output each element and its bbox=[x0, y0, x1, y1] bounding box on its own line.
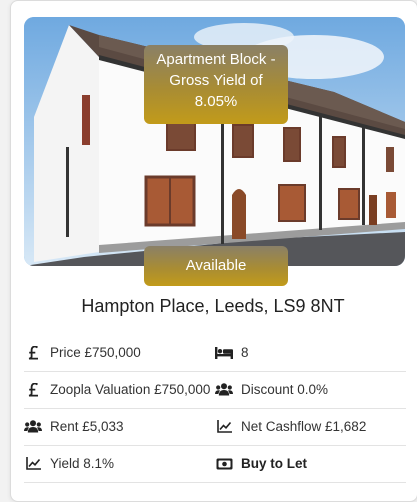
detail-row: Yield 8.1% Buy to Let bbox=[24, 445, 406, 483]
detail-row: Price £750,000 8 bbox=[24, 334, 406, 372]
property-type-badge-line2: Gross Yield of bbox=[169, 72, 263, 89]
money-bill-icon bbox=[215, 458, 233, 470]
users-icon bbox=[24, 420, 42, 433]
bed-icon bbox=[215, 346, 233, 359]
chart-line-icon bbox=[215, 420, 233, 433]
pound-icon bbox=[24, 382, 42, 397]
price-text: Price £750,000 bbox=[50, 345, 141, 360]
net-cashflow-text: Net Cashflow £1,682 bbox=[241, 419, 367, 434]
detail-row: Rent £5,033 Net Cashflow £1,682 bbox=[24, 408, 406, 446]
pound-icon bbox=[24, 345, 42, 360]
discount-text: Discount 0.0% bbox=[241, 382, 329, 397]
bedrooms-item: 8 bbox=[215, 334, 249, 371]
yield-item: Yield 8.1% bbox=[24, 445, 114, 482]
net-cashflow-item: Net Cashflow £1,682 bbox=[215, 408, 366, 445]
yield-text: Yield 8.1% bbox=[50, 456, 115, 471]
discount-item: Discount 0.0% bbox=[215, 371, 328, 408]
chart-line-icon bbox=[24, 457, 42, 470]
property-title[interactable]: Hampton Place, Leeds, LS9 8NT bbox=[10, 296, 416, 317]
valuation-item: Zoopla Valuation £750,000 bbox=[24, 371, 210, 408]
strategy-item: Buy to Let bbox=[215, 445, 307, 482]
bedrooms-text: 8 bbox=[241, 345, 249, 360]
property-type-badge: Apartment Block - Gross Yield of 8.05% bbox=[144, 45, 288, 124]
users-icon bbox=[215, 383, 233, 396]
availability-badge: Available bbox=[144, 246, 288, 286]
detail-row: Zoopla Valuation £750,000 Discount 0.0% bbox=[24, 371, 406, 409]
property-type-badge-line1: Apartment Block - bbox=[156, 51, 276, 68]
property-type-badge-line3: 8.05% bbox=[194, 93, 238, 110]
rent-text: Rent £5,033 bbox=[50, 419, 124, 434]
strategy-text: Buy to Let bbox=[241, 456, 307, 471]
rent-item: Rent £5,033 bbox=[24, 408, 124, 445]
price-item: Price £750,000 bbox=[24, 334, 141, 371]
valuation-text: Zoopla Valuation £750,000 bbox=[50, 382, 211, 397]
